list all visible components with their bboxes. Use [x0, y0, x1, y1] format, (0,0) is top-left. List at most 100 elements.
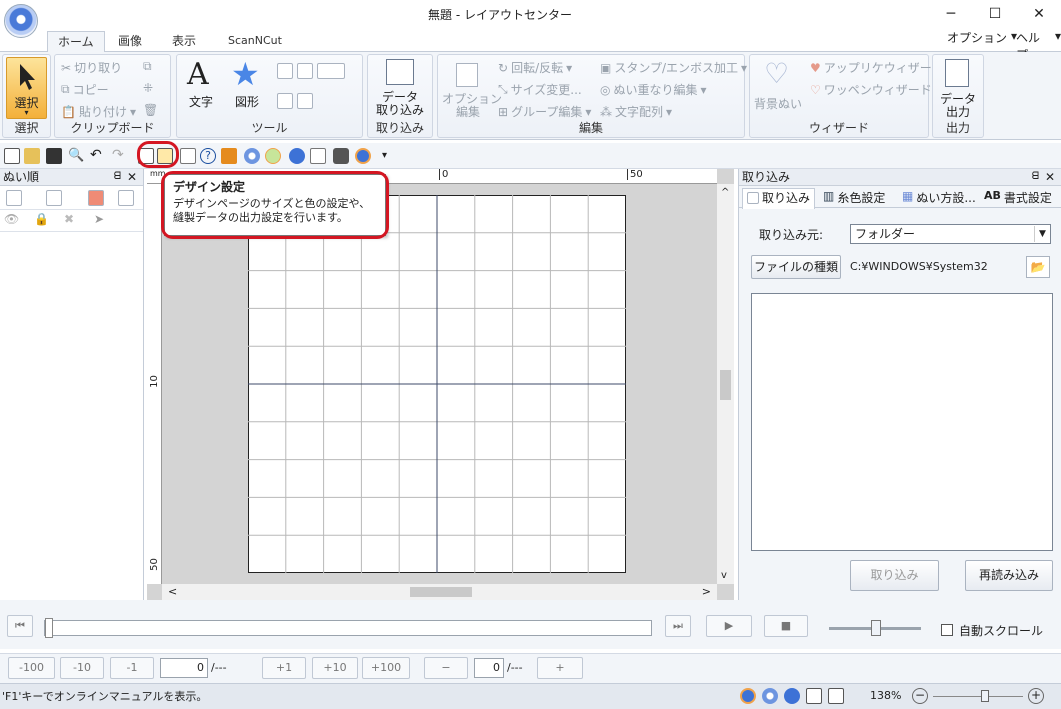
- play-button[interactable]: ▶: [706, 615, 752, 637]
- back-1-button[interactable]: -1: [110, 657, 154, 679]
- rotate-button[interactable]: ↻ 回転/反転 ▾: [498, 59, 572, 76]
- options-menu[interactable]: オプション ▾: [947, 29, 1017, 46]
- import-source-select[interactable]: フォルダー ▼: [850, 224, 1051, 244]
- new-file-icon[interactable]: [4, 148, 20, 164]
- view-stitch-icon[interactable]: [762, 688, 778, 704]
- cut-button[interactable]: ✂ 切り取り: [61, 59, 122, 76]
- pointer-icon[interactable]: ➤: [94, 212, 104, 226]
- measure-icon[interactable]: [297, 93, 313, 109]
- object-number-input[interactable]: 0: [474, 658, 504, 678]
- zoom-slider[interactable]: [933, 690, 1023, 702]
- order-group-icon[interactable]: [46, 190, 62, 206]
- background-stitch-button[interactable]: 背景ぬい: [754, 95, 802, 112]
- delete-x-icon[interactable]: ✖: [64, 212, 74, 226]
- realistic-view-icon[interactable]: [265, 148, 281, 164]
- zoom-fit-icon[interactable]: [317, 63, 345, 79]
- group-edit-button[interactable]: ⊞ グループ編集 ▾: [498, 103, 591, 120]
- stamp-button[interactable]: ▣ スタンプ/エンボス加工 ▾: [600, 59, 747, 76]
- vertical-scrollbar[interactable]: ^ v: [717, 184, 734, 584]
- list-icon[interactable]: [180, 148, 196, 164]
- tab-text-format[interactable]: AB 書式設定: [984, 189, 1052, 206]
- undo-icon[interactable]: ↶: [90, 148, 106, 164]
- tab-thread-color[interactable]: ▥ 糸色設定: [823, 189, 885, 206]
- tab-image[interactable]: 画像: [108, 31, 152, 52]
- minimize-button[interactable]: ─: [928, 0, 974, 28]
- playback-slider[interactable]: [44, 618, 652, 638]
- panel-close-icon[interactable]: ✕: [127, 169, 137, 185]
- delete-icon[interactable]: 🗑: [143, 103, 158, 117]
- forward-1-button[interactable]: +1: [262, 657, 306, 679]
- maximize-button[interactable]: ☐: [972, 0, 1018, 28]
- duplicate-icon[interactable]: ⧉: [143, 59, 152, 74]
- browse-folder-icon[interactable]: 📂: [1026, 256, 1050, 278]
- patch-wizard-button[interactable]: ♡ ワッペンウィザード: [810, 81, 932, 98]
- order-view-icon[interactable]: [6, 190, 22, 206]
- select-button[interactable]: 選択 ▾: [6, 57, 47, 119]
- horizontal-scrollbar[interactable]: < >: [162, 584, 717, 600]
- forward-100-button[interactable]: +100: [362, 657, 410, 679]
- file-type-button[interactable]: ファイルの種類: [751, 255, 841, 279]
- horizontal-scroll-thumb[interactable]: [410, 587, 472, 597]
- import-file-list[interactable]: [751, 293, 1053, 551]
- panel-close-icon[interactable]: ✕: [1045, 169, 1055, 185]
- playback-thumb[interactable]: [45, 618, 53, 638]
- import-button[interactable]: 取り込み: [850, 560, 939, 591]
- speed-slider[interactable]: [829, 620, 921, 636]
- customize-qat-icon[interactable]: ▾: [382, 148, 398, 164]
- close-button[interactable]: ✕: [1016, 0, 1061, 28]
- back-100-button[interactable]: -100: [8, 657, 55, 679]
- skip-end-button[interactable]: ⏭: [665, 615, 691, 637]
- zoom-in-icon[interactable]: [277, 63, 293, 79]
- stitch-overlap-button[interactable]: ◎ ぬい重なり編集 ▾: [600, 81, 707, 98]
- vertical-scroll-thumb[interactable]: [720, 370, 731, 400]
- text-tool-button[interactable]: A 文字: [181, 57, 221, 119]
- align-icon[interactable]: ⁜: [143, 81, 153, 95]
- speed-thumb[interactable]: [871, 620, 881, 636]
- text-arrange-button[interactable]: ⁂ 文字配列 ▾: [600, 103, 672, 120]
- zoom-out-icon[interactable]: [297, 63, 313, 79]
- applique-wizard-button[interactable]: ♥ アップリケウィザード: [810, 59, 944, 76]
- help-icon[interactable]: ?: [200, 148, 216, 164]
- previous-object-button[interactable]: −: [424, 657, 468, 679]
- data-output-button[interactable]: データ 出力: [933, 93, 983, 119]
- tab-view[interactable]: 表示: [162, 31, 206, 52]
- option-edit-button[interactable]: オプション 編集: [442, 93, 502, 119]
- flower-icon[interactable]: [244, 148, 260, 164]
- resize-button[interactable]: ⤡ サイズ変更...: [498, 81, 582, 98]
- copy-button[interactable]: ⧉ コピー: [61, 81, 109, 98]
- stitch-simulator-icon[interactable]: [221, 148, 237, 164]
- open-folder-icon[interactable]: [24, 148, 40, 164]
- view-normal-icon[interactable]: [740, 688, 756, 704]
- zoom-in-icon[interactable]: +: [1028, 688, 1044, 704]
- data-import-button[interactable]: データ 取り込み: [368, 91, 432, 117]
- forward-10-button[interactable]: +10: [312, 657, 358, 679]
- eye-icon[interactable]: 👁: [4, 212, 19, 226]
- zoom-icon[interactable]: 🔍: [68, 148, 84, 164]
- stop-button[interactable]: ■: [764, 615, 808, 637]
- color-order-icon[interactable]: [88, 190, 104, 206]
- circle-view-icon[interactable]: [289, 148, 305, 164]
- reload-button[interactable]: 再読み込み: [965, 560, 1053, 591]
- stitch-number-input[interactable]: 0: [160, 658, 208, 678]
- save-icon[interactable]: [46, 148, 62, 164]
- auto-scroll-checkbox[interactable]: [941, 624, 953, 636]
- page-view-icon[interactable]: [828, 688, 844, 704]
- tab-sew-type[interactable]: ▦ ぬい方設...: [902, 189, 976, 206]
- pin-icon[interactable]: ᗺ: [1032, 169, 1039, 185]
- grid-icon[interactable]: [806, 688, 822, 704]
- frame-icon[interactable]: [118, 190, 134, 206]
- zoom-thumb[interactable]: [981, 690, 989, 702]
- view-realistic-icon[interactable]: [784, 688, 800, 704]
- tab-scanncut[interactable]: ScanNCut: [218, 31, 292, 52]
- back-10-button[interactable]: -10: [60, 657, 104, 679]
- zoom-out-icon[interactable]: −: [912, 688, 928, 704]
- stitch-view-icon[interactable]: [355, 148, 371, 164]
- tab-import[interactable]: 取り込み: [742, 188, 816, 209]
- skip-start-button[interactable]: ⏮: [7, 615, 33, 637]
- lock-icon[interactable]: 🔒: [34, 212, 49, 226]
- pin-icon[interactable]: ᗺ: [114, 169, 121, 185]
- gear-icon[interactable]: [333, 148, 349, 164]
- next-object-button[interactable]: +: [537, 657, 583, 679]
- shape-tool-button[interactable]: ★ 図形: [227, 57, 267, 119]
- design-page-grid[interactable]: [248, 195, 626, 573]
